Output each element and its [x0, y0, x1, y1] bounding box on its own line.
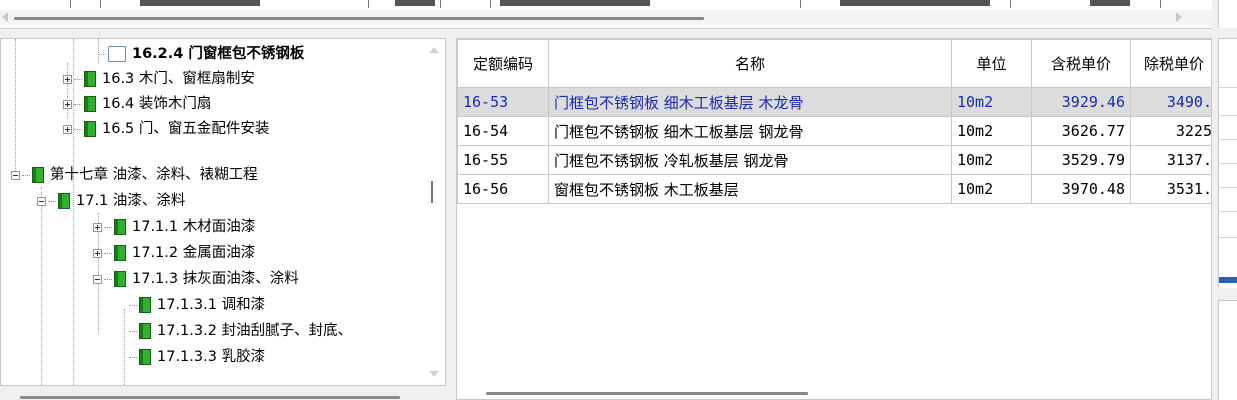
scroll-left-arrow-icon[interactable] — [2, 12, 8, 22]
cell-name[interactable]: 窗框包不锈钢板 木工板基层 — [548, 174, 952, 204]
cell-name[interactable]: 门框包不锈钢板 细木工板基层 木龙骨 — [548, 87, 952, 117]
column-header-name[interactable]: 名称 — [548, 39, 952, 88]
tree-horizontal-scrollbar[interactable] — [20, 396, 400, 399]
column-header-unit[interactable]: 单位 — [951, 39, 1032, 88]
table-row[interactable]: 16-55 门框包不锈钢板 冷轧板基层 钢龙骨 10m2 3529.79 313… — [457, 145, 1211, 175]
side-selection-bar — [1219, 277, 1237, 283]
quota-table: 定额编码 名称 单位 含税单价 除税单价 16-53 门框包不锈钢板 细木工板基… — [457, 39, 1211, 204]
cell-code[interactable]: 16-53 — [457, 87, 549, 117]
cell-price-notax[interactable]: 3225 — [1130, 116, 1211, 146]
cell-price-tax[interactable]: 3970.48 — [1031, 174, 1131, 204]
book-icon — [58, 193, 70, 209]
cell-code[interactable]: 16-56 — [457, 174, 549, 204]
tree-node-label: 17.1 油漆、涂料 — [76, 193, 186, 209]
book-icon — [84, 121, 96, 137]
cell-code[interactable]: 16-55 — [457, 145, 549, 175]
tree-node-label: 17.1.1 木材面油漆 — [132, 219, 256, 235]
tree-node-17-1-1[interactable]: 17.1.1 木材面油漆 — [93, 215, 255, 239]
tree-node-17-1-3-1[interactable]: 17.1.3.1 调和漆 — [129, 293, 265, 317]
expand-plus-icon[interactable] — [93, 222, 102, 232]
tree-node-label: 17.1.3 抹灰面油漆、涂料 — [132, 271, 299, 287]
book-icon — [139, 297, 151, 313]
cell-name[interactable]: 门框包不锈钢板 细木工板基层 钢龙骨 — [548, 116, 952, 146]
tree-node-17-1[interactable]: 17.1 油漆、涂料 — [37, 189, 185, 213]
cut-off-text — [840, 0, 990, 6]
tree-node-label: 16.4 装饰木门扇 — [102, 96, 212, 112]
cut-off-text — [140, 0, 260, 6]
open-book-icon — [108, 46, 126, 62]
book-icon — [32, 167, 44, 183]
tree-node-16-4[interactable]: 16.4 装饰木门扇 — [63, 92, 211, 116]
column-header-price-notax[interactable]: 除税单价 — [1130, 39, 1211, 88]
cell-price-tax[interactable]: 3929.46 — [1031, 87, 1131, 117]
cell-price-notax[interactable]: 3137. — [1130, 145, 1211, 175]
scroll-down-arrow-icon[interactable] — [429, 371, 439, 377]
scroll-up-arrow-icon[interactable] — [429, 47, 439, 53]
cut-off-text — [500, 0, 650, 6]
tree-node-17-1-2[interactable]: 17.1.2 金属面油漆 — [93, 241, 255, 265]
book-icon — [114, 245, 126, 261]
column-header-price-tax[interactable]: 含税单价 — [1031, 39, 1131, 88]
cell-code[interactable]: 16-54 — [457, 116, 549, 146]
chapter-tree: 16.2.4 门窗框包不锈钢板 16.3 木门、窗框扇制安 16.4 装饰木门扇… — [0, 38, 446, 386]
upper-scroll-thumb[interactable] — [14, 17, 704, 20]
tree-node-label: 17.1.3.2 封油刮腻子、封底、 — [157, 323, 353, 339]
book-icon — [84, 71, 96, 87]
tree-node-label: 17.1.3.3 乳胶漆 — [157, 349, 266, 365]
cell-unit[interactable]: 10m2 — [951, 116, 1032, 146]
side-panel-fragment — [1218, 300, 1237, 400]
book-icon — [114, 271, 126, 287]
expand-plus-icon[interactable] — [63, 99, 72, 109]
tree-node-label: 17.1.3.1 调和漆 — [157, 297, 266, 313]
tree-node-label: 16.5 门、窗五金配件安装 — [102, 121, 270, 137]
tree-node-16-3[interactable]: 16.3 木门、窗框扇制安 — [63, 67, 255, 91]
cell-unit[interactable]: 10m2 — [951, 87, 1032, 117]
tree-vertical-scrollbar[interactable] — [425, 39, 443, 385]
cell-name[interactable]: 门框包不锈钢板 冷轧板基层 钢龙骨 — [548, 145, 952, 175]
collapse-minus-icon[interactable] — [37, 196, 46, 206]
cell-price-tax[interactable]: 3626.77 — [1031, 116, 1131, 146]
cell-price-notax[interactable]: 3531. — [1130, 174, 1211, 204]
cell-price-tax[interactable]: 3529.79 — [1031, 145, 1131, 175]
tree-node-17-1-3-3[interactable]: 17.1.3.3 乳胶漆 — [129, 345, 265, 369]
upper-grid-fragment — [0, 0, 1212, 29]
book-icon — [114, 219, 126, 235]
tree-scroll-thumb[interactable] — [431, 181, 433, 203]
column-header-code[interactable]: 定额编码 — [457, 39, 549, 88]
table-header-row: 定额编码 名称 单位 含税单价 除税单价 — [457, 39, 1211, 88]
collapse-minus-icon[interactable] — [93, 274, 102, 284]
cell-price-notax[interactable]: 3490. — [1130, 87, 1211, 117]
collapse-minus-icon[interactable] — [11, 170, 20, 180]
table-row[interactable]: 16-54 门框包不锈钢板 细木工板基层 钢龙骨 10m2 3626.77 32… — [457, 116, 1211, 146]
side-grid-fragment — [1218, 38, 1237, 288]
cell-unit[interactable]: 10m2 — [951, 145, 1032, 175]
table-row[interactable]: 16-56 窗框包不锈钢板 木工板基层 10m2 3970.48 3531. — [457, 174, 1211, 204]
tree-node-17-1-3-2[interactable]: 17.1.3.2 封油刮腻子、封底、 — [129, 319, 352, 343]
table-row[interactable]: 16-53 门框包不锈钢板 细木工板基层 木龙骨 10m2 3929.46 34… — [457, 87, 1211, 117]
book-icon — [84, 96, 96, 112]
scroll-right-arrow-icon[interactable] — [1176, 12, 1182, 22]
cut-off-text — [395, 0, 435, 6]
tree-node-label: 第十七章 油漆、涂料、裱糊工程 — [50, 167, 258, 183]
tree-node-label: 16.3 木门、窗框扇制安 — [102, 71, 255, 87]
expand-plus-icon[interactable] — [63, 124, 72, 134]
tree-node-17-1-3[interactable]: 17.1.3 抹灰面油漆、涂料 — [93, 267, 299, 291]
right-edge-strip — [1218, 0, 1237, 28]
tree-node-label: 17.1.2 金属面油漆 — [132, 245, 256, 261]
cut-off-text — [1090, 0, 1130, 6]
cell-unit[interactable]: 10m2 — [951, 174, 1032, 204]
tree-node-label: 16.2.4 门窗框包不锈钢板 — [132, 46, 305, 62]
book-icon — [139, 323, 151, 339]
quota-table-panel: 定额编码 名称 单位 含税单价 除税单价 16-53 门框包不锈钢板 细木工板基… — [456, 38, 1212, 400]
tree-node-16-5[interactable]: 16.5 门、窗五金配件安装 — [63, 117, 269, 141]
tree-node-16-2-4[interactable]: 16.2.4 门窗框包不锈钢板 — [98, 42, 304, 66]
book-icon — [139, 349, 151, 365]
expand-plus-icon[interactable] — [63, 74, 72, 84]
table-horizontal-scrollbar[interactable] — [486, 392, 808, 395]
tree-node-chapter-17[interactable]: 第十七章 油漆、涂料、裱糊工程 — [11, 163, 258, 187]
expand-plus-icon[interactable] — [93, 248, 102, 258]
